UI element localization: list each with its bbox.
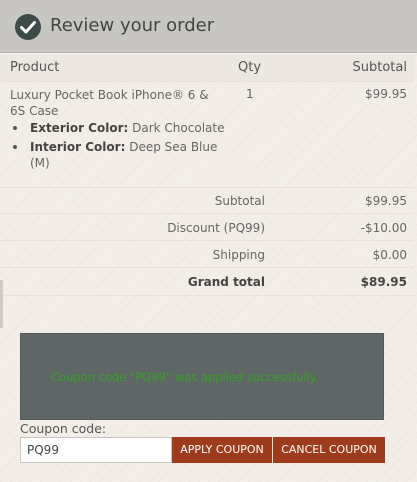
totals-discount-value: -$10.00 — [360, 221, 407, 235]
column-header-product: Product — [10, 60, 60, 75]
apply-coupon-button[interactable]: APPLY COUPON — [172, 437, 272, 463]
divider — [0, 187, 414, 188]
bullet-icon — [13, 126, 17, 130]
review-order-header: Review your order — [0, 0, 417, 53]
product-subtotal: $99.95 — [365, 87, 407, 101]
column-header-subtotal: Subtotal — [352, 60, 407, 75]
divider — [0, 213, 414, 214]
page-title: Review your order — [50, 15, 215, 36]
list-item: Interior Color: Deep Sea Blue (M) — [10, 139, 230, 171]
totals-shipping-value: $0.00 — [372, 248, 407, 262]
product-name: Luxury Pocket Book iPhone® 6 & 6S Case — [10, 88, 209, 118]
column-header-qty: Qty — [238, 60, 262, 75]
grand-total-label: Grand total — [187, 275, 265, 289]
product-qty: 1 — [246, 87, 254, 101]
cancel-coupon-button[interactable]: CANCEL COUPON — [273, 437, 385, 463]
option-value: Dark Chocolate — [132, 121, 225, 135]
divider — [0, 295, 414, 296]
divider — [0, 81, 414, 82]
totals-shipping-label: Shipping — [212, 248, 265, 262]
product-options-list: Exterior Color: Dark Chocolate Interior … — [10, 120, 230, 174]
option-label: Interior Color: — [30, 140, 126, 154]
coupon-success-message: Coupon code "PQ99" was applied successfu… — [51, 370, 319, 384]
totals-subtotal-label: Subtotal — [214, 194, 265, 208]
option-label: Exterior Color: — [30, 121, 129, 135]
list-item: Exterior Color: Dark Chocolate — [10, 120, 230, 136]
coupon-code-input[interactable] — [20, 437, 172, 463]
left-edge-bar — [0, 280, 3, 328]
grand-total-value: $89.95 — [360, 275, 407, 289]
divider — [0, 240, 414, 241]
bullet-icon — [13, 145, 17, 149]
coupon-code-label: Coupon code: — [20, 421, 107, 436]
check-circle-icon — [15, 14, 41, 40]
coupon-message-box: Coupon code "PQ99" was applied successfu… — [20, 333, 384, 420]
totals-discount-label: Discount (PQ99) — [167, 221, 265, 235]
totals-subtotal-value: $99.95 — [365, 194, 407, 208]
divider — [0, 267, 414, 268]
